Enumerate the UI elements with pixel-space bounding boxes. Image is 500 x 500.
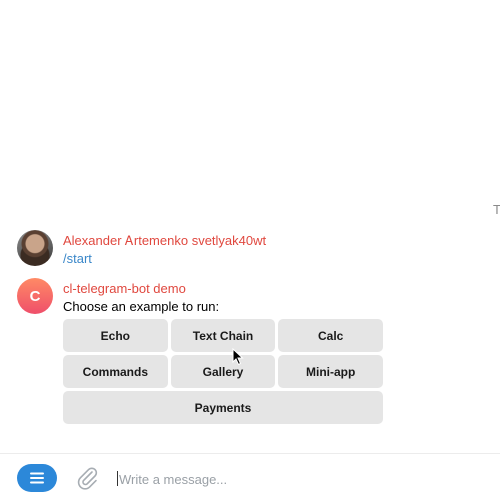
menu-icon <box>30 472 44 484</box>
message-text: Choose an example to run: <box>63 299 220 314</box>
keyboard-row: Payments <box>63 391 383 424</box>
command-link[interactable]: /start <box>63 251 92 266</box>
keyboard-row: Echo Text Chain Calc <box>63 319 384 352</box>
commands-button[interactable]: Commands <box>63 355 168 388</box>
echo-button[interactable]: Echo <box>63 319 168 352</box>
user-avatar[interactable] <box>17 230 53 266</box>
sender-name[interactable]: Alexander Ꭺrtemenko svetlyak40wt <box>63 233 266 249</box>
keyboard-row: Commands Gallery Mini-app <box>63 355 384 388</box>
sender-name[interactable]: cl-telegram-bot demo <box>63 281 186 296</box>
truncated-date-label: T <box>493 202 500 217</box>
bot-avatar[interactable]: C <box>17 278 53 314</box>
paperclip-icon[interactable] <box>75 465 99 491</box>
payments-button[interactable]: Payments <box>63 391 383 424</box>
calc-button[interactable]: Calc <box>278 319 384 352</box>
text-caret <box>117 471 118 486</box>
message-input[interactable] <box>119 467 479 491</box>
mini-app-button[interactable]: Mini-app <box>278 355 384 388</box>
message-composer <box>0 453 500 500</box>
gallery-button[interactable]: Gallery <box>170 355 276 388</box>
inline-keyboard: Echo Text Chain Calc Commands Gallery Mi… <box>63 319 384 427</box>
text-chain-button[interactable]: Text Chain <box>170 319 276 352</box>
mouse-pointer-icon <box>232 348 244 366</box>
bot-menu-button[interactable] <box>17 464 57 492</box>
